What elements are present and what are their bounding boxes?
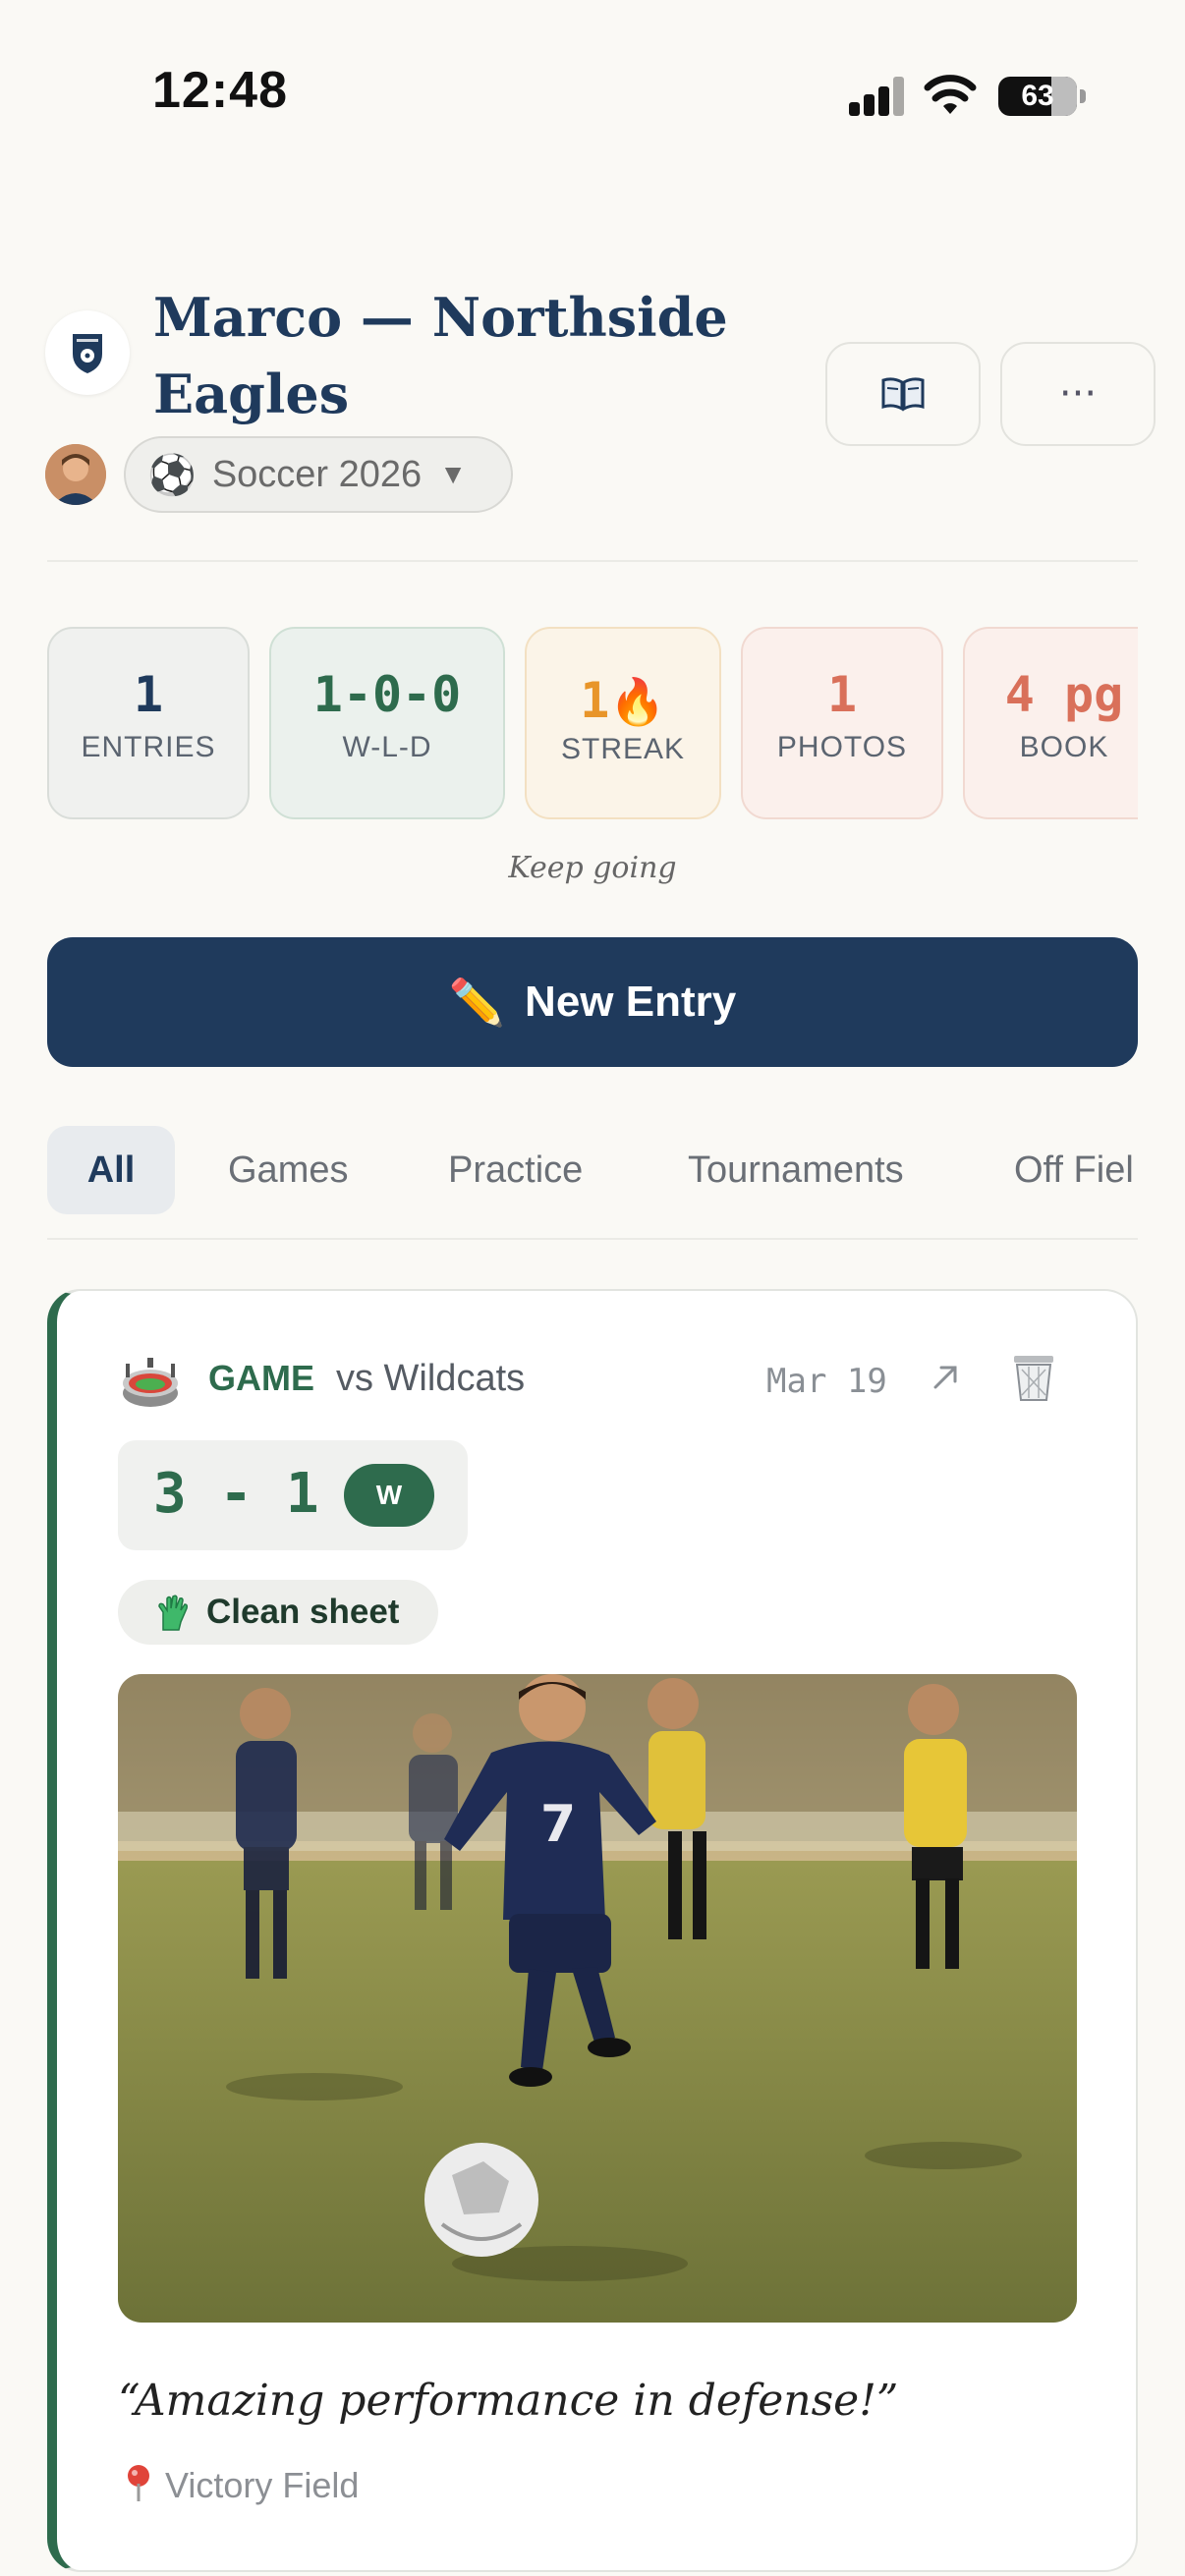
chevron-down-icon: ▼ [439,459,467,489]
tab-all[interactable]: All [47,1126,175,1214]
stat-label: W-L-D [342,731,432,763]
svg-text:7: 7 [540,1795,576,1854]
streak-caption: Keep going [508,851,677,885]
stat-label: BOOK [1019,731,1109,763]
tab-off-field[interactable]: Off Fiel [1014,1126,1134,1214]
score: 3 - 1 [153,1462,319,1526]
season-selector[interactable]: ⚽ Soccer 2026 ▼ [124,436,513,513]
book-button[interactable] [825,342,981,446]
tab-games[interactable]: Games [228,1126,348,1214]
tag-clean-sheet: Clean sheet [118,1580,438,1645]
wifi-icon [924,75,977,114]
glove-icon [158,1595,188,1631]
soccer-ball-icon: ⚽ [147,453,197,497]
season-label: Soccer 2026 [211,453,423,495]
stat-entries: 1 ENTRIES [47,627,250,819]
book-icon [881,377,925,412]
stat-value: 4 pg [1004,666,1124,723]
stat-value: 1 [826,666,858,723]
stat-photos: 1 PHOTOS [741,627,943,819]
open-entry-icon[interactable] [930,1362,961,1393]
location-label: Victory Field [165,2465,360,2505]
stat-record: 1-0-0 W-L-D [269,627,505,819]
new-entry-button[interactable]: ✏️ New Entry [47,937,1138,1067]
divider [47,560,1138,562]
fire-icon: 🔥 [609,675,666,728]
stat-value: 1-0-0 [312,666,462,723]
stadium-icon [123,1358,178,1407]
result-badge: W [344,1464,434,1527]
stat-label: PHOTOS [776,731,908,763]
team-crest-icon [45,310,130,395]
stat-value: 1 [133,666,164,723]
new-entry-label: New Entry [525,978,737,1026]
status-time: 12:48 [152,62,288,119]
signal-icon [849,77,906,116]
entry-location: Victory Field [124,2464,359,2506]
tag-label: Clean sheet [206,1593,400,1631]
stat-label: ENTRIES [81,731,216,763]
location-pin-icon [128,2465,149,2501]
battery-level: 63 [1021,80,1054,112]
entry-photo[interactable]: 7 [118,1674,1077,2323]
page-title: Marco — Northside Eagles [153,286,728,425]
battery-icon: 63 [998,77,1086,116]
trash-icon[interactable] [1010,1352,1057,1403]
stat-label: STREAK [560,733,686,765]
entry-opponent: vs Wildcats [336,1358,526,1399]
entry-quote: “Amazing performance in defense!” [118,2376,899,2426]
pencil-icon: ✏️ [448,976,506,1028]
more-button[interactable]: ··· [1000,342,1156,446]
entry-type: GAME [208,1358,314,1398]
stat-value: 1 [580,672,610,729]
divider [47,1238,1138,1240]
more-icon: ··· [1058,371,1098,417]
avatar[interactable] [45,444,106,505]
stat-streak: 1🔥 STREAK [525,627,721,819]
stat-book[interactable]: 4 pg BOOK [963,627,1138,819]
tab-tournaments[interactable]: Tournaments [688,1126,904,1214]
tab-practice[interactable]: Practice [448,1126,583,1214]
entry-date: Mar 19 [766,1362,887,1401]
